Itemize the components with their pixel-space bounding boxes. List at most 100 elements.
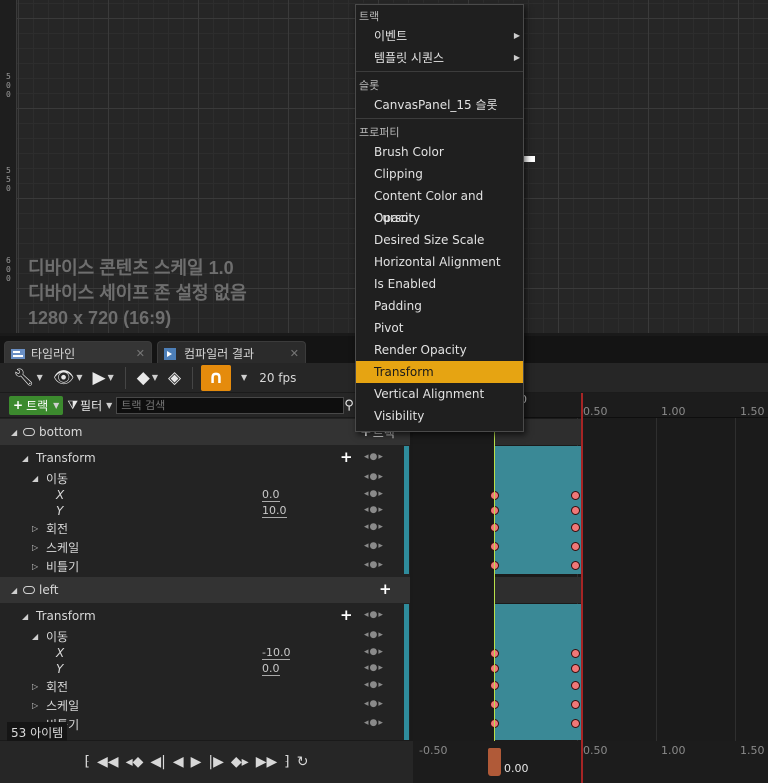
track-row-rotate[interactable]: ▷ 회전 ◂●▸	[0, 519, 410, 537]
playback-end-line[interactable]	[581, 393, 583, 783]
keyframe[interactable]	[571, 491, 580, 500]
channel-value-field[interactable]: 0.0	[262, 489, 280, 502]
menu-item-padding[interactable]: Padding	[356, 295, 523, 317]
next-key-icon[interactable]: ◆▸	[231, 754, 249, 770]
section-header-bar[interactable]	[495, 577, 582, 603]
transform-section-bar[interactable]	[495, 604, 582, 740]
track-row-move[interactable]: ◢ 이동 ◂●▸	[0, 628, 410, 644]
snap-toggle-button[interactable]: ∩	[201, 364, 232, 391]
keyframe[interactable]	[571, 506, 580, 515]
track-row-transform[interactable]: ◢ Transform + ◂●▸	[0, 448, 410, 467]
frame-rate-button[interactable]: 20 fps	[259, 371, 296, 385]
menu-item-desired-size-scale[interactable]: Desired Size Scale	[356, 229, 523, 251]
timeline-track-area[interactable]	[413, 418, 768, 741]
channel-value-field[interactable]: 10.0	[262, 505, 287, 518]
expand-arrow-icon[interactable]: ◢	[11, 586, 21, 595]
keyframe-nav-icon[interactable]: ◂●▸	[364, 699, 384, 709]
track-row-y[interactable]: Y 10.0 ◂●▸	[0, 503, 410, 519]
key-options-button[interactable]: ◆ ▼	[134, 365, 161, 391]
add-track-button[interactable]: + 트랙 ▼	[9, 395, 64, 415]
track-row-x[interactable]: X 0.0 ◂●▸	[0, 487, 410, 503]
search-icon[interactable]: ⚲	[344, 398, 354, 413]
menu-item-content-color[interactable]: Content Color and Opacity	[356, 185, 523, 225]
keyframe-nav-icon[interactable]: ◂●▸	[364, 472, 384, 482]
track-row-y[interactable]: Y 0.0 ◂●▸	[0, 661, 410, 677]
collapse-arrow-icon[interactable]: ▷	[32, 543, 42, 552]
expand-arrow-icon[interactable]: ◢	[32, 474, 42, 483]
play-icon[interactable]: ▶	[191, 754, 202, 770]
keyframe-nav-icon[interactable]: ◂●▸	[364, 505, 384, 515]
keyframe-nav-icon[interactable]: ◂●▸	[364, 663, 384, 673]
step-back-frame-icon[interactable]: ◀◀	[97, 754, 119, 770]
track-row-shear[interactable]: ▷ 비틀기 ◂●▸	[0, 557, 410, 575]
collapse-arrow-icon[interactable]: ▷	[32, 562, 42, 571]
auto-key-button[interactable]: ◈	[165, 365, 184, 391]
keyframe-nav-icon[interactable]: ◂●▸	[364, 680, 384, 690]
keyframe[interactable]	[571, 542, 580, 551]
menu-item-cursor[interactable]: Cursor	[356, 207, 523, 229]
keyframe[interactable]	[571, 523, 580, 532]
channel-value-field[interactable]: 0.0	[262, 663, 280, 676]
keyframe-nav-icon[interactable]: ◂●▸	[364, 610, 384, 620]
view-options-button[interactable]: 👁︎ ▼	[50, 365, 86, 391]
keyframe-nav-icon[interactable]: ◂●▸	[364, 452, 384, 462]
keyframe[interactable]	[571, 681, 580, 690]
tools-button[interactable]: 🔧︎ ▼	[10, 365, 46, 391]
menu-item-canvas-slot[interactable]: CanvasPanel_15 슬롯	[356, 94, 523, 116]
playhead-handle[interactable]	[488, 748, 501, 776]
expand-arrow-icon[interactable]: ◢	[11, 428, 21, 437]
add-track-plus-icon[interactable]: +	[379, 580, 392, 598]
track-row-scale[interactable]: ▷ 스케일 ◂●▸	[0, 696, 410, 714]
collapse-arrow-icon[interactable]: ▷	[32, 701, 42, 710]
playback-options-button[interactable]: ▶ ▼	[90, 365, 117, 391]
track-row-transform[interactable]: ◢ Transform + ◂●▸	[0, 606, 410, 625]
step-forward-icon[interactable]: |▶	[208, 754, 223, 770]
keyframe[interactable]	[571, 700, 580, 709]
menu-item-event[interactable]: 이벤트 ▶	[356, 25, 523, 47]
track-row-x[interactable]: X -10.0 ◂●▸	[0, 645, 410, 661]
channel-value-field[interactable]: -10.0	[262, 647, 291, 660]
menu-item-render-opacity[interactable]: Render Opacity	[356, 339, 523, 361]
close-icon[interactable]: ✕	[136, 347, 145, 360]
expand-arrow-icon[interactable]: ◢	[32, 632, 42, 641]
keyframe-nav-icon[interactable]: ◂●▸	[364, 560, 384, 570]
menu-item-pivot[interactable]: Pivot	[356, 317, 523, 339]
time-ruler-bottom[interactable]: -0.50 0.50 1.00 1.50	[413, 741, 768, 783]
jump-to-start-icon[interactable]: ⁅	[85, 754, 90, 770]
track-search-input[interactable]	[116, 396, 345, 414]
close-icon[interactable]: ✕	[290, 347, 299, 360]
expand-arrow-icon[interactable]: ◢	[22, 454, 32, 463]
track-row-move[interactable]: ◢ 이동 ◂●▸	[0, 470, 410, 486]
keyframe-nav-icon[interactable]: ◂●▸	[364, 489, 384, 499]
prev-key-icon[interactable]: ◂◆	[126, 754, 144, 770]
tab-timeline[interactable]: 타임라인 ✕	[4, 341, 152, 365]
keyframe-nav-icon[interactable]: ◂●▸	[364, 630, 384, 640]
keyframe[interactable]	[571, 561, 580, 570]
track-row-rotate[interactable]: ▷ 회전 ◂●▸	[0, 677, 410, 695]
menu-item-clipping[interactable]: Clipping	[356, 163, 523, 185]
add-key-plus-icon[interactable]: +	[340, 448, 353, 466]
step-back-icon[interactable]: ◀|	[150, 754, 165, 770]
loop-icon[interactable]: ↻	[297, 754, 309, 770]
collapse-arrow-icon[interactable]: ▷	[32, 682, 42, 691]
jump-to-end-icon[interactable]: ⁆	[284, 754, 289, 770]
menu-item-transform[interactable]: Transform	[356, 361, 523, 383]
step-forward-frame-icon[interactable]: ▶▶	[256, 754, 278, 770]
widget-anchor-handle[interactable]	[523, 156, 535, 162]
keyframe-nav-icon[interactable]: ◂●▸	[364, 718, 384, 728]
menu-item-visibility[interactable]: Visibility	[356, 405, 523, 427]
tab-compiler-results[interactable]: 컴파일러 결과 ✕	[157, 341, 306, 365]
play-reverse-icon[interactable]: ◀	[173, 754, 184, 770]
keyframe-nav-icon[interactable]: ◂●▸	[364, 647, 384, 657]
keyframe-nav-icon[interactable]: ◂●▸	[364, 522, 384, 532]
keyframe[interactable]	[571, 649, 580, 658]
keyframe[interactable]	[571, 664, 580, 673]
menu-item-brush-color[interactable]: Brush Color	[356, 141, 523, 163]
menu-item-template-sequence[interactable]: 템플릿 시퀀스 ▶	[356, 47, 523, 69]
keyframe-nav-icon[interactable]: ◂●▸	[364, 541, 384, 551]
track-row-scale[interactable]: ▷ 스케일 ◂●▸	[0, 538, 410, 556]
menu-item-horizontal-alignment[interactable]: Horizontal Alignment	[356, 251, 523, 273]
track-row-left[interactable]: ◢ left +	[0, 577, 410, 603]
keyframe[interactable]	[571, 719, 580, 728]
add-key-plus-icon[interactable]: +	[340, 606, 353, 624]
